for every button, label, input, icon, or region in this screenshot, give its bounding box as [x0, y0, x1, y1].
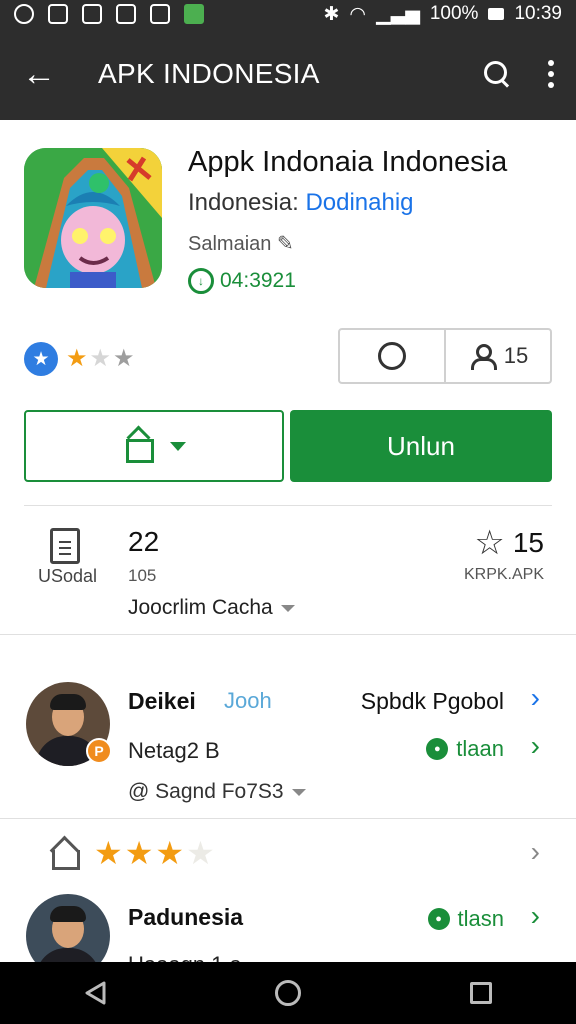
rating-row: ★ ★★★ 15 [0, 320, 576, 395]
nav-recents-icon[interactable] [469, 982, 492, 1004]
notification-icon [116, 4, 136, 24]
stat-label: USodal [38, 566, 98, 586]
page-title: APK INDONESIA [98, 58, 320, 89]
star-badge-icon: ★ [24, 342, 58, 376]
app-bar-actions [484, 60, 554, 88]
status-bar: ✱ ◠ ▁▃▅ 100% 10:39 [0, 0, 576, 28]
clock: 10:39 [514, 3, 562, 24]
badge-icon: P [86, 738, 112, 764]
nav-home-icon[interactable] [274, 980, 301, 1006]
people-count: 15 [503, 343, 529, 368]
people-toggle[interactable]: 15 [444, 330, 550, 382]
install-button[interactable]: Unlun [290, 410, 552, 482]
notification-icon [184, 4, 204, 24]
battery-icon [488, 8, 505, 20]
bluetooth-icon: ✱ [323, 3, 340, 25]
installs-count: 04:3921 [220, 269, 296, 292]
review-meta[interactable]: @ Sagnd Fo7S3 [128, 780, 306, 804]
star-icon: ★ [89, 345, 114, 372]
review-meta-text: @ Sagnd Fo7S3 [128, 780, 284, 803]
review-text: Uaaagn 1 a [128, 952, 242, 962]
rating-line[interactable]: ★★★★ › [0, 826, 576, 884]
developer-line: Indonesia: Dodinahig [188, 189, 507, 217]
star-icon: ★ [186, 835, 217, 871]
rating-stars: ★★★★ [94, 834, 217, 872]
stat-right-count: 15 [512, 527, 544, 558]
installs-line: ↓ 04:3921 [188, 268, 507, 294]
chevron-right-icon[interactable]: › [531, 732, 540, 760]
review-text: Netag2 B [128, 738, 220, 763]
upload-icon [122, 431, 154, 463]
check-circle-icon: ● [426, 738, 449, 760]
review-status-text: tlasn [457, 906, 504, 931]
nav-back-icon[interactable] [84, 981, 106, 1005]
star-icon: ★ [113, 345, 137, 372]
button-row: Unlun [24, 410, 552, 484]
reviewer-name: Padunesia [128, 904, 244, 930]
chevron-right-icon[interactable]: › [531, 902, 540, 930]
review-status: ● tlasn [427, 906, 504, 932]
stat-right-label: KRPK.APK [463, 566, 544, 583]
star-icon: ★ [94, 835, 125, 871]
home-icon [48, 838, 80, 870]
notification-icon [48, 4, 68, 24]
check-circle-icon: ● [427, 908, 450, 930]
review-title: Spbdk Pgobol [360, 688, 504, 714]
stat-count: 22 [128, 526, 160, 557]
action-toggle: 15 [338, 328, 552, 384]
developer-link[interactable]: Dodinahig [305, 189, 413, 216]
signal-icon: ▁▃▅ [376, 3, 420, 25]
review-status: ● tlaan [426, 736, 504, 762]
developer-prefix: Indonesia: [188, 189, 299, 216]
status-notification-icons [14, 4, 204, 24]
app-name: Appk Indonaia Indonesia [188, 146, 508, 178]
category-label: Salmaian [188, 233, 272, 255]
reviewer-tag[interactable]: Jooh [224, 688, 272, 714]
app-header: Appk Indonaia Indonesia Indonesia: Dodin… [0, 120, 576, 320]
person-icon [468, 342, 497, 370]
stat-rating: ☆ 15 [474, 526, 544, 560]
notification-icon [150, 4, 170, 24]
arrow-left-icon[interactable]: ← [22, 57, 62, 91]
notification-icon [14, 4, 34, 24]
star-icon: ★ [155, 835, 187, 871]
battery-text: 100% [429, 3, 479, 24]
wifi-icon: ◠ [349, 3, 366, 25]
divider [0, 634, 576, 635]
download-circle-icon: ↓ [188, 268, 214, 294]
more-vert-icon[interactable] [548, 60, 554, 88]
star-icon: ★ [66, 345, 90, 372]
notification-icon [82, 4, 102, 24]
document-icon [50, 528, 80, 564]
comment-toggle[interactable] [340, 330, 444, 382]
stats-section: USodal 22 105 Joocrlim Cacha ☆ 15 KRPK.A… [0, 506, 576, 634]
star-outline-icon: ☆ [474, 524, 505, 562]
caret-down-icon [170, 441, 186, 451]
star-icon: ★ [124, 835, 156, 871]
filter-select-value: Joocrlim Cacha [128, 596, 273, 619]
caret-down-icon [280, 604, 295, 612]
caret-down-icon [291, 788, 306, 796]
review-status-text: tlaan [456, 736, 504, 761]
chevron-right-icon[interactable]: › [531, 684, 540, 712]
status-system-icons: ✱ ◠ ▁▃▅ 100% 10:39 [323, 3, 562, 26]
system-nav-bar [0, 962, 576, 1024]
reviewer-name: Deikei [128, 688, 196, 714]
divider [0, 818, 576, 819]
review-item[interactable]: P Deikei Jooh Spbdk Pgobol › Netag2 B ● … [0, 680, 576, 820]
review-item[interactable]: Padunesia ● tlasn › Uaaagn 1 a [0, 892, 576, 978]
comment-icon [378, 342, 406, 370]
stat-sub: 105 [128, 566, 157, 585]
rating-stars: ★★★ [66, 344, 137, 373]
filter-select[interactable]: Joocrlim Cacha [128, 596, 295, 620]
chevron-right-icon[interactable]: › [531, 838, 540, 866]
category-line: Salmaian ✎ [188, 231, 507, 256]
search-icon[interactable] [484, 61, 510, 87]
install-options-button[interactable] [24, 410, 284, 482]
app-bar: ← APK INDONESIA [0, 28, 576, 120]
leaf-icon: ✎ [276, 233, 294, 255]
app-info: Appk Indonaia Indonesia Indonesia: Dodin… [188, 146, 507, 294]
app-icon [24, 148, 162, 288]
